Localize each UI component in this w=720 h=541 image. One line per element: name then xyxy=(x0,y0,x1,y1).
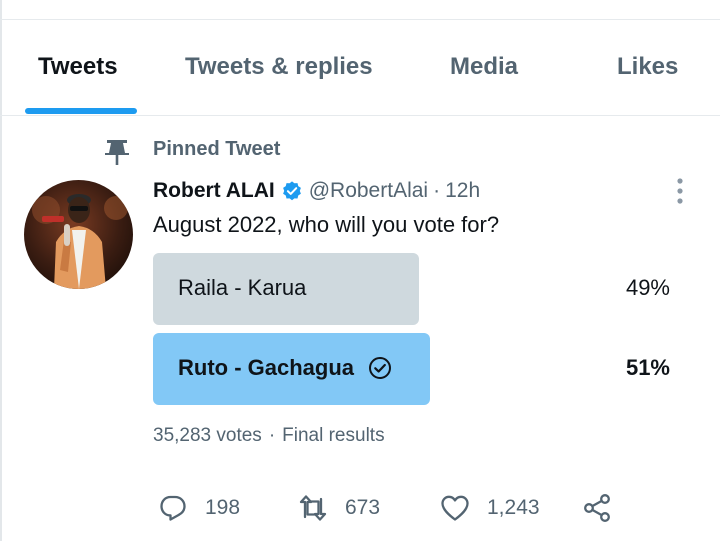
tweet-timestamp[interactable]: 12h xyxy=(445,179,480,203)
avatar-image xyxy=(24,180,133,289)
retweet-icon xyxy=(299,495,327,521)
author-handle[interactable]: @RobertAlai xyxy=(309,179,428,203)
poll-option-label: Ruto - Gachagua xyxy=(178,355,392,381)
active-tab-indicator xyxy=(25,108,137,114)
tab-likes[interactable]: Likes xyxy=(617,53,678,81)
poll-option: Raila - Karua 49% xyxy=(153,253,693,325)
author-name[interactable]: Robert ALAI xyxy=(153,179,275,203)
poll-vote-count: 35,283 votes xyxy=(153,425,262,446)
poll-summary-separator: · xyxy=(268,425,276,446)
poll-option-label: Raila - Karua xyxy=(178,275,306,301)
tweet-actions: 198 673 1,243 xyxy=(153,490,693,526)
like-icon xyxy=(441,495,469,521)
reply-icon xyxy=(160,495,186,521)
reply-button[interactable]: 198 xyxy=(157,490,240,526)
more-icon[interactable] xyxy=(670,177,690,205)
like-button[interactable]: 1,243 xyxy=(439,490,540,526)
poll-option-text: Ruto - Gachagua xyxy=(178,355,355,380)
header-separator: · xyxy=(433,179,441,202)
poll-option-text: Raila - Karua xyxy=(178,275,307,300)
verified-icon xyxy=(282,181,301,201)
tweet-text: August 2022, who will you vote for? xyxy=(153,212,500,237)
poll-status: Final results xyxy=(282,425,385,446)
reply-count: 198 xyxy=(205,496,241,519)
tab-tweets-and-replies[interactable]: Tweets & replies xyxy=(185,53,373,81)
avatar[interactable] xyxy=(24,180,133,289)
retweet-count: 673 xyxy=(345,496,381,519)
tab-media[interactable]: Media xyxy=(450,53,518,81)
poll-option-percent: 51% xyxy=(625,355,670,380)
share-button[interactable] xyxy=(581,490,613,526)
pin-icon xyxy=(105,140,129,165)
profile-tabs: Tweets Tweets & replies Media Likes xyxy=(0,20,720,116)
pinned-tweet-label: Pinned Tweet xyxy=(153,138,281,160)
poll-option: Ruto - Gachagua 51% xyxy=(153,333,693,405)
like-count: 1,243 xyxy=(487,496,540,519)
retweet-button[interactable]: 673 xyxy=(297,490,380,526)
poll-option-percent: 49% xyxy=(625,275,670,300)
poll-summary: 35,283 votes · Final results xyxy=(153,425,385,447)
tab-tweets[interactable]: Tweets xyxy=(38,53,118,81)
check-circle-icon xyxy=(369,357,392,379)
tweet-header: Robert ALAI @RobertAlai · 12h xyxy=(153,176,480,206)
share-icon xyxy=(584,494,610,522)
